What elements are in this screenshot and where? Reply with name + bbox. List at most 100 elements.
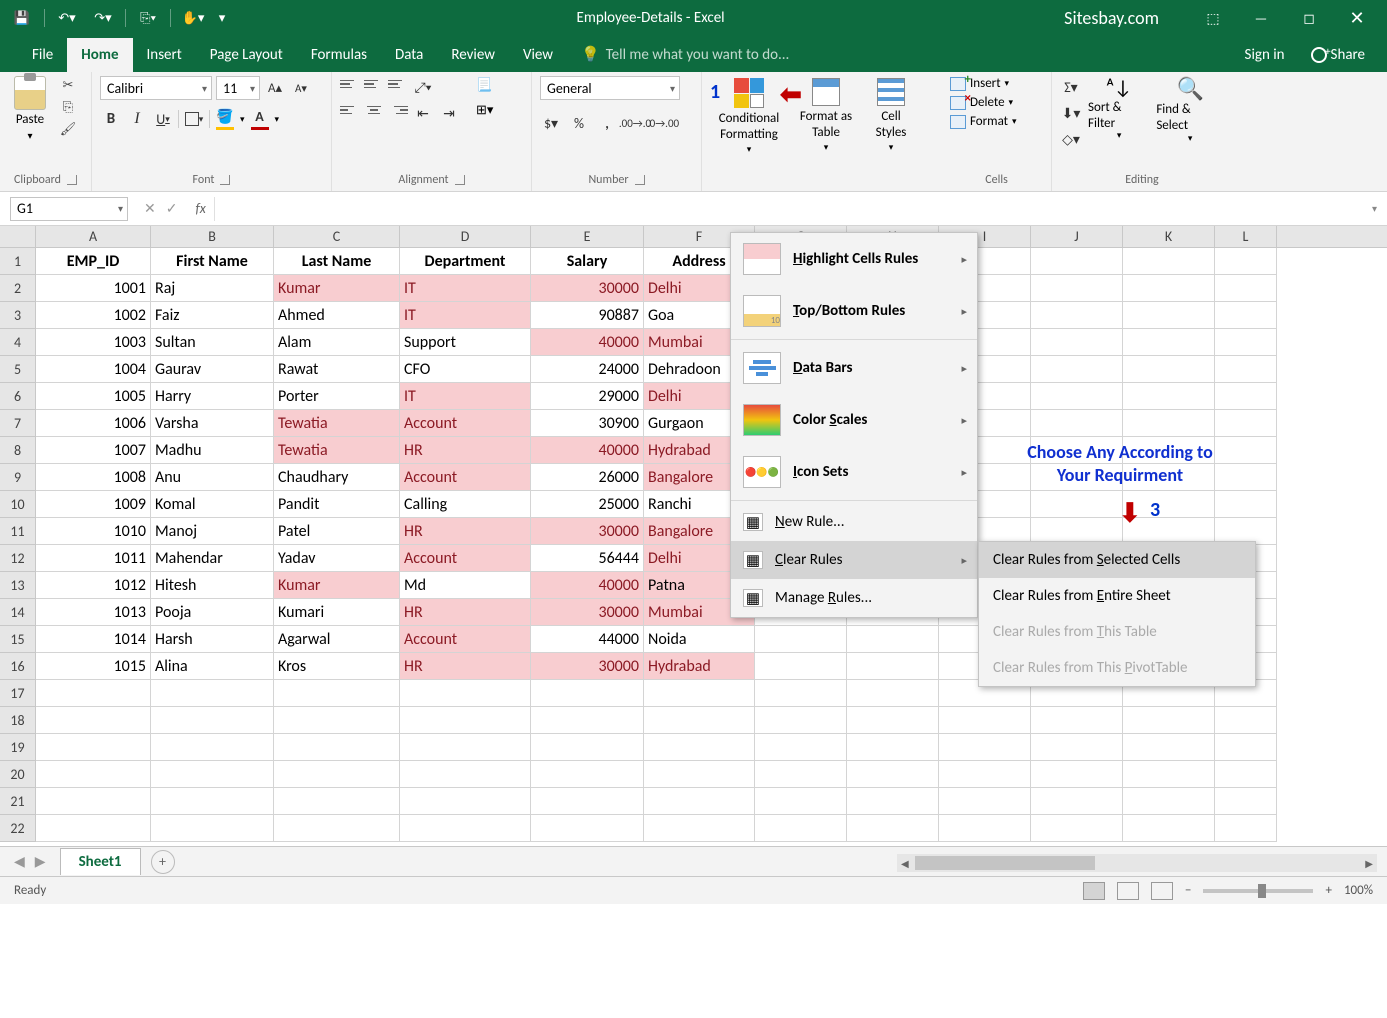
format-as-table-button[interactable]: Format as Table▾ (794, 76, 858, 156)
cell-B17[interactable] (151, 680, 274, 707)
insert-cells-button[interactable]: Insert▾ (950, 76, 1017, 91)
cell-J3[interactable] (1031, 302, 1123, 329)
cell-D15[interactable]: Account (400, 626, 531, 653)
formula-input[interactable] (214, 197, 1362, 221)
enter-formula-icon[interactable]: ✓ (166, 200, 178, 217)
comma-format-icon[interactable]: , (596, 112, 618, 134)
cell-E22[interactable] (531, 815, 644, 842)
cell-E12[interactable]: 56444 (531, 545, 644, 572)
percent-format-icon[interactable]: % (568, 112, 590, 134)
row-header-4[interactable]: 4 (0, 329, 36, 356)
row-header-20[interactable]: 20 (0, 761, 36, 788)
cell-K18[interactable] (1123, 707, 1215, 734)
cf-color-scales[interactable]: Color Scales (731, 394, 977, 446)
sheet-tab-sheet1[interactable]: Sheet1 (60, 848, 141, 875)
cell-A11[interactable]: 1010 (36, 518, 151, 545)
cell-C3[interactable]: Ahmed (274, 302, 400, 329)
cell-B8[interactable]: Madhu (151, 437, 274, 464)
row-header-16[interactable]: 16 (0, 653, 36, 680)
cell-B9[interactable]: Anu (151, 464, 274, 491)
tab-home[interactable]: Home (67, 38, 132, 72)
cell-E14[interactable]: 30000 (531, 599, 644, 626)
cell-C17[interactable] (274, 680, 400, 707)
maximize-icon[interactable]: ◻ (1289, 4, 1329, 32)
cell-F20[interactable] (644, 761, 755, 788)
cell-I20[interactable] (939, 761, 1031, 788)
cf-highlight-cells-rules[interactable]: Highlight Cells Rules (731, 233, 977, 285)
cell-L19[interactable] (1215, 734, 1277, 761)
cell-K5[interactable] (1123, 356, 1215, 383)
cell-D2[interactable]: IT (400, 275, 531, 302)
cell-D4[interactable]: Support (400, 329, 531, 356)
cell-J18[interactable] (1031, 707, 1123, 734)
cell-D3[interactable]: IT (400, 302, 531, 329)
cell-D14[interactable]: HR (400, 599, 531, 626)
cell-C20[interactable] (274, 761, 400, 788)
cell-G19[interactable] (755, 734, 847, 761)
cell-E5[interactable]: 24000 (531, 356, 644, 383)
sheet-nav-last-icon[interactable]: ▶ (35, 853, 46, 870)
cell-A17[interactable] (36, 680, 151, 707)
cell-C11[interactable]: Patel (274, 518, 400, 545)
cell-K22[interactable] (1123, 815, 1215, 842)
copy-icon[interactable]: ⎘ (58, 98, 78, 116)
cell-J1[interactable] (1031, 248, 1123, 275)
cell-A12[interactable]: 1011 (36, 545, 151, 572)
cell-D1[interactable]: Department (400, 248, 531, 275)
row-header-14[interactable]: 14 (0, 599, 36, 626)
touch-mouse-icon[interactable]: ✋▾ (177, 4, 209, 32)
close-icon[interactable]: ✕ (1337, 4, 1377, 32)
cell-D19[interactable] (400, 734, 531, 761)
cell-H17[interactable] (847, 680, 939, 707)
cell-H22[interactable] (847, 815, 939, 842)
cell-A10[interactable]: 1009 (36, 491, 151, 518)
sign-in-link[interactable]: Sign in (1235, 38, 1295, 72)
cell-A6[interactable]: 1005 (36, 383, 151, 410)
font-size-dropdown[interactable]: 11 (216, 76, 260, 100)
cell-C1[interactable]: Last Name (274, 248, 400, 275)
cell-D16[interactable]: HR (400, 653, 531, 680)
cell-F18[interactable] (644, 707, 755, 734)
cell-A14[interactable]: 1013 (36, 599, 151, 626)
alignment-dialog-launcher[interactable] (455, 175, 465, 185)
cell-D10[interactable]: Calling (400, 491, 531, 518)
cell-C4[interactable]: Alam (274, 329, 400, 356)
cell-H21[interactable] (847, 788, 939, 815)
clear-rules-selected-cells[interactable]: Clear Rules from Selected Cells (979, 542, 1255, 578)
cell-A22[interactable] (36, 815, 151, 842)
cell-B11[interactable]: Manoj (151, 518, 274, 545)
cell-A3[interactable]: 1002 (36, 302, 151, 329)
cell-B16[interactable]: Alina (151, 653, 274, 680)
cell-B2[interactable]: Raj (151, 275, 274, 302)
cell-B13[interactable]: Hitesh (151, 572, 274, 599)
cell-D21[interactable] (400, 788, 531, 815)
cell-E17[interactable] (531, 680, 644, 707)
cell-B3[interactable]: Faiz (151, 302, 274, 329)
number-dialog-launcher[interactable] (635, 175, 645, 185)
cell-I22[interactable] (939, 815, 1031, 842)
select-all-corner[interactable] (0, 226, 36, 247)
cell-D9[interactable]: Account (400, 464, 531, 491)
cell-G20[interactable] (755, 761, 847, 788)
zoom-slider[interactable] (1203, 889, 1313, 893)
align-right-icon[interactable] (388, 102, 408, 118)
cell-B19[interactable] (151, 734, 274, 761)
cell-C13[interactable]: Kumar (274, 572, 400, 599)
cell-E3[interactable]: 90887 (531, 302, 644, 329)
column-header-J[interactable]: J (1031, 226, 1123, 247)
delete-cells-button[interactable]: Delete▾ (950, 95, 1017, 110)
cell-K7[interactable] (1123, 410, 1215, 437)
add-sheet-button[interactable]: + (151, 850, 175, 874)
clear-icon[interactable]: ◇▾ (1060, 128, 1082, 150)
row-header-19[interactable]: 19 (0, 734, 36, 761)
align-middle-icon[interactable] (364, 76, 384, 92)
normal-view-icon[interactable] (1083, 882, 1105, 900)
underline-button[interactable]: U▾ (152, 108, 174, 130)
page-layout-view-icon[interactable] (1117, 882, 1139, 900)
paste-button[interactable]: Paste ▾ (8, 76, 52, 142)
cell-C8[interactable]: Tewatia (274, 437, 400, 464)
cell-G17[interactable] (755, 680, 847, 707)
save-icon[interactable]: 💾 (6, 4, 38, 32)
cf-icon-sets[interactable]: 🔴🟡🟢Icon Sets (731, 446, 977, 498)
decrease-indent-icon[interactable]: ⇤ (412, 102, 434, 124)
